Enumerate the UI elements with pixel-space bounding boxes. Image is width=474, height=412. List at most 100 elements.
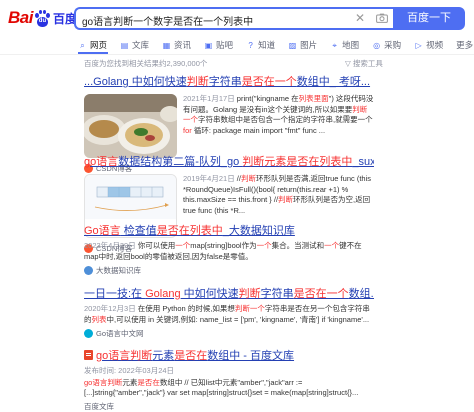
clear-icon[interactable]: ✕ [355, 11, 365, 25]
map-pin-icon: ⌖ [332, 40, 337, 50]
search-result: Go语言 检查值是否在列表中_大数据知识库 2023年4月29日 你可以使用一个… [84, 222, 374, 276]
text-segment: 一日一技:在 [84, 288, 146, 300]
header-divider [0, 54, 474, 55]
highlighted-term: 判断 [278, 195, 294, 204]
header: Bai du 百度 go语言判断一个数字是否在一个列表中 ✕ 百度一下 [0, 0, 474, 36]
text-segment: 数组中 - 百度文库 [207, 350, 295, 362]
result-publish-date: 发布时间: 2022年03月24日 [84, 366, 374, 377]
text-segment: 字符串 [208, 76, 242, 88]
highlighted-term: go语言判断 [96, 350, 153, 362]
result-abstract: 2019年4月21日 //判断环形队列是否满,返回true func (this… [183, 174, 374, 218]
tab-6[interactable]: ⌖ 地图 [330, 37, 359, 53]
result-source-label: Go语言中文网 [96, 329, 144, 338]
search-query-text: go语言判断一个数字是否在一个列表中 [82, 17, 254, 28]
result-title-link[interactable]: 一日一技:在 Golang 中如何快速判断字符串是否在一个数组... [84, 285, 374, 301]
date-text: 发布时间: 2022年03月24日 [84, 366, 175, 375]
highlighted-term: 判断 [186, 76, 209, 88]
tab-label: 更多 [456, 40, 474, 50]
search-tabs: ⌕ 网页 ▤ 文库 ▦ 资讯 ▣ 贴吧? 知道 ▨ 图片 ⌖ 地图 ◎ 采购 ▷ 视频 更多 [78, 37, 474, 53]
search-result: go语言判断元素是否在数组中 - 百度文库 发布时间: 2022年03月24日 … [84, 347, 374, 412]
tab-label: 图片 [300, 40, 318, 50]
highlighted-term: 一个 [256, 241, 272, 250]
date-text: 2019年4月21日 [183, 174, 237, 183]
result-title-link[interactable]: go语言数据结构第二篇-队列_go 判断元素是否在列表中_suxu... [84, 153, 374, 169]
highlighted-term: 是否在 [174, 350, 208, 362]
search-icon: ⌕ [80, 40, 85, 50]
search-tools-button[interactable]: ▽ 搜索工具 [345, 58, 383, 69]
date-text: 2020年12月3日 [84, 304, 138, 313]
filter-icon: ▽ [345, 59, 353, 68]
result-abstract: go语言判断元素是否在数组中 // 已知list中元素"amber","jack… [84, 378, 374, 399]
result-source-label: 大数据知识库 [96, 266, 141, 275]
tab-label: 网页 [90, 40, 108, 50]
tab-2[interactable]: ▦ 资讯 [162, 37, 191, 53]
highlighted-term: Golang [145, 288, 181, 300]
tab-3[interactable]: ▣ 贴吧 [204, 37, 233, 53]
search-input[interactable]: go语言判断一个数字是否在一个列表中 ✕ [74, 7, 393, 30]
question-icon: ? [248, 40, 253, 50]
highlighted-term: 一个 [324, 241, 340, 250]
date-text: 2021年1月17日 [183, 94, 237, 103]
tab-label: 地图 [342, 40, 360, 50]
tab-label: 贴吧 [216, 40, 234, 50]
document-icon: ▤ [120, 40, 129, 50]
tab-7[interactable]: ◎ 采购 [372, 37, 401, 53]
result-source[interactable]: 大数据知识库 [84, 265, 374, 276]
camera-icon[interactable] [376, 13, 388, 23]
result-source[interactable]: 百度文库 [84, 401, 374, 412]
text-segment: 在使用 Python 的时候,如果想 [137, 304, 235, 313]
text-segment: _suxu... [352, 156, 374, 168]
search-button[interactable]: 百度一下 [393, 7, 465, 30]
text-segment: 检查值 [120, 225, 157, 237]
result-source[interactable]: Go语言中文网 [84, 328, 374, 339]
highlighted-term: go语言判断 [84, 377, 123, 387]
paw-text: du [38, 17, 47, 24]
tab-label: 文库 [132, 40, 150, 50]
result-title-link[interactable]: go语言判断元素是否在数组中 - 百度文库 [84, 347, 374, 363]
text-segment: 数据结构第二篇-队列_go [118, 156, 243, 168]
tab-label: 视频 [426, 40, 444, 50]
result-title-link[interactable]: Go语言 检查值是否在列表中_大数据知识库 [84, 222, 374, 238]
tab-8[interactable]: ▷ 视频 [414, 37, 444, 53]
tab-4[interactable]: ? 知道 [246, 37, 275, 53]
text-segment: 元素 [152, 350, 175, 362]
tab-label: 知道 [258, 40, 276, 50]
result-abstract: 2021年1月17日 print("kingname 在列表里面") 这段代码没… [183, 94, 374, 158]
text-segment: map[string]bool作为 [190, 241, 257, 250]
date-text: 2023年4月29日 [84, 241, 138, 250]
news-icon: ▦ [162, 40, 171, 50]
image-icon: ▨ [288, 40, 297, 50]
video-icon: ▷ [415, 40, 422, 50]
paw-logo-icon: du [34, 9, 51, 27]
baidu-logo[interactable]: Bai du 百度 [8, 7, 77, 29]
highlighted-term: Go语言 [84, 225, 121, 237]
text-segment: 你可以使用 [137, 241, 176, 250]
text-segment: 中,可以使用 in 关键词,例如: name_list = ['pm', 'ki… [106, 314, 370, 324]
text-segment: 集合。当测试和 [271, 241, 325, 250]
highlighted-term: 判断一个 [234, 304, 265, 313]
result-source-label: 百度文库 [84, 401, 114, 411]
text-segment: 字符串 [260, 288, 294, 300]
site-logo-icon [84, 329, 93, 338]
site-logo-icon [84, 266, 93, 275]
text-segment: 中如何快速 [180, 288, 239, 300]
text-segment: print("kingname 在 [236, 94, 299, 103]
highlighted-term: 列表里面 [298, 94, 329, 103]
highlighted-term: 一个 [175, 241, 191, 250]
result-count: 百度为您找到相关结果约2,390,000个 [84, 59, 208, 68]
result-abstract: 2023年4月29日 你可以使用一个map[string]bool作为一个集合。… [84, 241, 374, 262]
tab-5[interactable]: ▨ 图片 [288, 37, 317, 53]
search-tools-label: 搜索工具 [352, 59, 383, 68]
tab-1[interactable]: ▤ 文库 [120, 37, 149, 53]
shopping-icon: ◎ [373, 40, 381, 50]
tab-0[interactable]: ⌕ 网页 [78, 37, 107, 53]
result-thumbnail-food[interactable] [84, 94, 177, 158]
highlighted-term: 是否在一个 [241, 76, 297, 88]
text-segment: 字符串数组中是否包含一个指定的字符串,就需要一个 [198, 115, 373, 124]
tab-9[interactable]: 更多 [456, 37, 473, 53]
highlighted-term: 是否在一个 [293, 288, 349, 300]
text-segment: 元素 [122, 377, 138, 387]
document-file-icon [84, 350, 93, 360]
result-title-link[interactable]: ...Golang 中如何快速判断字符串是否在一个数组中_ 考呀... [84, 73, 374, 89]
highlighted-term: 判断 [238, 288, 261, 300]
